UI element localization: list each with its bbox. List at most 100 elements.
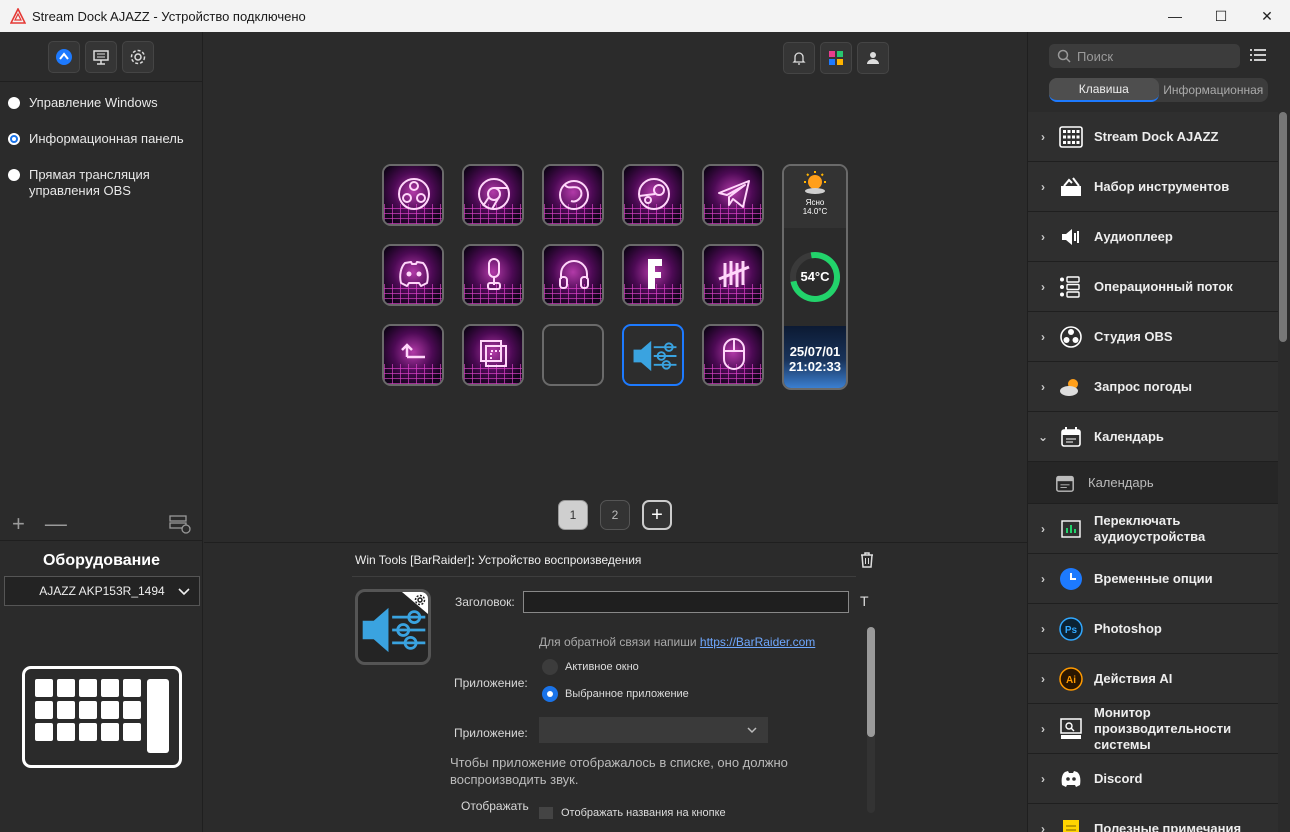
gear-icon[interactable]: [414, 594, 426, 606]
key-mouse[interactable]: [702, 324, 764, 386]
notifications-button[interactable]: [783, 42, 815, 74]
account-button[interactable]: [857, 42, 889, 74]
key-empty[interactable]: [542, 324, 604, 386]
profile-item-windows[interactable]: Управление Windows: [0, 90, 202, 126]
stream-dock-button[interactable]: [48, 40, 80, 73]
plugin-item[interactable]: › Переключать аудиоустройства: [1028, 504, 1278, 554]
plugin-item[interactable]: › Монитор производительности системы: [1028, 704, 1278, 754]
action-header: Win Tools [BarRaider]: Устройство воспро…: [355, 553, 641, 567]
plugin-label: Операционный поток: [1094, 278, 1233, 294]
canvas-toolbar: [783, 42, 889, 74]
cpu-temp-widget[interactable]: 54°C: [784, 246, 846, 308]
key-obs[interactable]: [382, 164, 444, 226]
chevron-right-icon: ›: [1041, 279, 1045, 294]
discord-icon: [399, 261, 429, 287]
plugin-item[interactable]: › Ps Photoshop: [1028, 604, 1278, 654]
text-format-icon[interactable]: T: [860, 593, 869, 609]
page-1-button[interactable]: 1: [558, 500, 588, 530]
key-telegram[interactable]: [702, 164, 764, 226]
plugin-list-scrollbar[interactable]: [1279, 112, 1287, 342]
key-steam[interactable]: [622, 164, 684, 226]
trash-icon[interactable]: [859, 551, 875, 569]
plugin-item[interactable]: › Аудиоплеер: [1028, 212, 1278, 262]
profile-radio-selected[interactable]: [8, 133, 20, 145]
option-selected-app[interactable]: Выбранное приложение: [542, 686, 689, 702]
key-multi-action[interactable]: [462, 324, 524, 386]
search-box[interactable]: Поиск: [1049, 44, 1240, 68]
key-dead-by-daylight[interactable]: [702, 244, 764, 306]
profile-manager-icon[interactable]: [169, 514, 191, 534]
page-2-button[interactable]: 2: [600, 500, 630, 530]
plugin-item[interactable]: › Stream Dock AJAZZ: [1028, 112, 1278, 162]
display-label: Отображать: [461, 799, 529, 813]
title-bar: Stream Dock AJAZZ - Устройство подключен…: [0, 0, 1290, 32]
key-headphones[interactable]: [542, 244, 604, 306]
key-firefox[interactable]: [542, 164, 604, 226]
plugin-item[interactable]: › Временные опции: [1028, 554, 1278, 604]
weather-widget[interactable]: Ясно 14.0°C: [784, 166, 846, 228]
close-button[interactable]: ✕: [1244, 0, 1290, 32]
radio-active-window[interactable]: [542, 659, 558, 675]
cpu-temp-value: 54°C: [800, 269, 830, 284]
key-discord[interactable]: [382, 244, 444, 306]
info-bar[interactable]: Ясно 14.0°C 54°C 25/07/01 21:02:33: [782, 164, 848, 390]
chevron-right-icon: ›: [1041, 821, 1045, 832]
store-button[interactable]: [820, 42, 852, 74]
profile-label: Информационная панель: [29, 131, 184, 146]
plugin-item-expanded[interactable]: ⌄ Календарь: [1028, 412, 1278, 462]
calendar-icon: [1061, 426, 1081, 447]
add-profile-button[interactable]: +: [12, 513, 25, 535]
plugin-item[interactable]: › Операционный поток: [1028, 262, 1278, 312]
tab-key[interactable]: Клавиша: [1049, 78, 1159, 102]
plugin-item[interactable]: › Запрос погоды: [1028, 362, 1278, 412]
chevron-right-icon: ›: [1041, 621, 1045, 636]
profile-item-obs[interactable]: Прямая трансляция управления OBS: [0, 162, 202, 204]
plugin-item[interactable]: › Discord: [1028, 754, 1278, 804]
settings-button[interactable]: [122, 40, 154, 73]
profile-radio[interactable]: [8, 97, 20, 109]
plugin-item[interactable]: › Полезные примечания: [1028, 804, 1278, 832]
title-input[interactable]: [523, 591, 849, 613]
plugin-item[interactable]: › Набор инструментов: [1028, 162, 1278, 212]
plugin-item[interactable]: › Студия OBS: [1028, 312, 1278, 362]
profile-radio[interactable]: [8, 169, 20, 181]
key-microphone[interactable]: [462, 244, 524, 306]
key-fortnite[interactable]: [622, 244, 684, 306]
plugin-action-label: Календарь: [1088, 474, 1154, 490]
remove-profile-button[interactable]: —: [45, 513, 67, 535]
obs-icon: [1060, 325, 1082, 348]
key-back[interactable]: [382, 324, 444, 386]
stream-dock-icon: [56, 48, 72, 65]
feedback-link[interactable]: https://BarRaider.com: [700, 635, 815, 649]
key-preview[interactable]: [355, 589, 431, 665]
clock-widget[interactable]: 25/07/01 21:02:33: [784, 326, 846, 388]
page-selector: 1 2 +: [558, 500, 672, 530]
notes-icon: [1063, 819, 1079, 832]
tab-info[interactable]: Информационная: [1159, 78, 1269, 102]
maximize-button[interactable]: ☐: [1198, 0, 1244, 32]
profile-label: Управление Windows: [29, 95, 158, 110]
device-select[interactable]: AJAZZ AKP153R_1494: [4, 576, 200, 606]
chevron-down-icon: [178, 588, 190, 596]
add-page-button[interactable]: +: [642, 500, 672, 530]
plugin-label: Запрос погоды: [1094, 378, 1192, 394]
clock-icon: [1060, 567, 1082, 590]
minimize-button[interactable]: —: [1152, 0, 1198, 32]
option-active-window[interactable]: Активное окно: [542, 659, 639, 675]
props-scrollbar[interactable]: [867, 627, 875, 737]
plugin-item[interactable]: › Ai Действия AI: [1028, 654, 1278, 704]
presentation-icon: [93, 49, 109, 65]
key-audio-device-selected[interactable]: [622, 324, 684, 386]
show-titles-checkbox[interactable]: Отображать названия на кнопке: [539, 807, 726, 819]
checkbox-box[interactable]: [539, 807, 553, 819]
presentation-button[interactable]: [85, 40, 117, 73]
weather-icon: [1060, 378, 1078, 396]
profile-actions: + —: [0, 508, 203, 541]
key-chrome[interactable]: [462, 164, 524, 226]
list-view-icon[interactable]: [1250, 48, 1266, 62]
profile-item-dashboard[interactable]: Информационная панель: [0, 126, 202, 162]
plugin-action-item[interactable]: Календарь: [1028, 462, 1278, 504]
app-select[interactable]: [539, 717, 768, 743]
radio-selected-app[interactable]: [542, 686, 558, 702]
chevron-down-icon: ⌄: [1037, 429, 1049, 444]
